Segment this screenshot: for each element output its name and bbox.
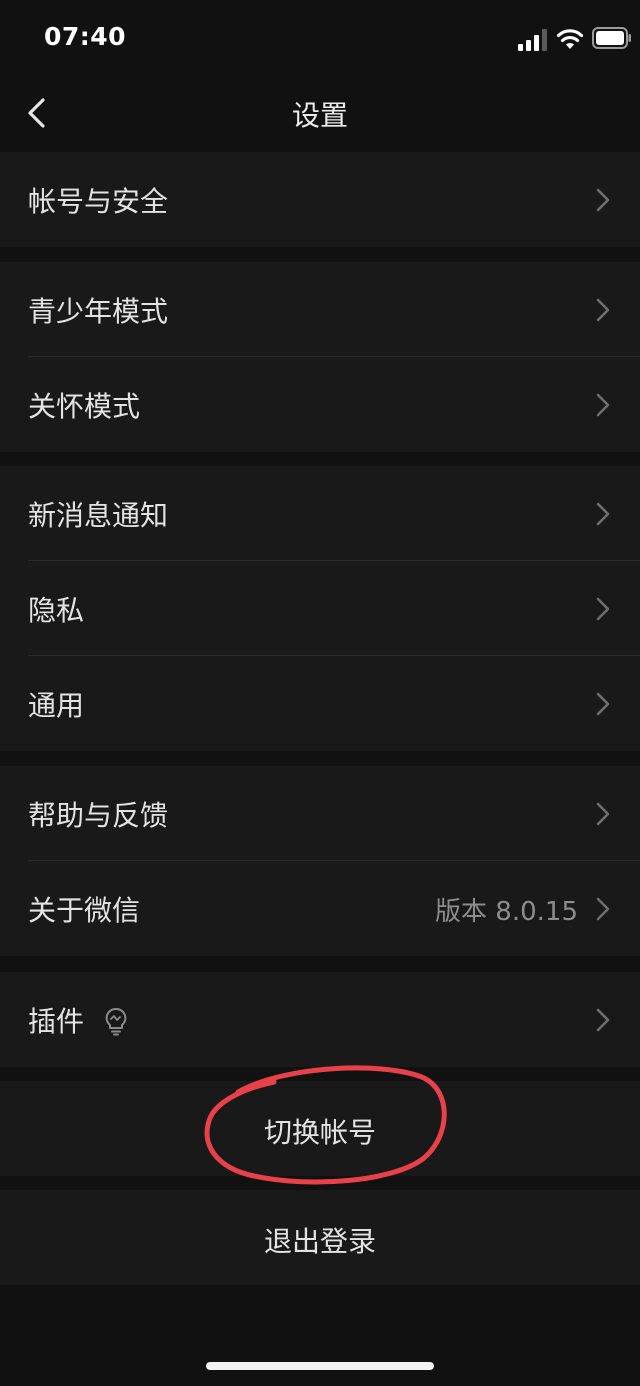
status-bar: 07:40 [0,0,640,80]
settings-item-help-feedback[interactable]: 帮助与反馈 [0,766,640,861]
cellular-signal-icon [518,29,547,51]
chevron-right-icon [596,393,610,417]
settings-item-label: 通用 [28,689,85,722]
chevron-right-icon [596,298,610,322]
settings-item-label: 新消息通知 [28,499,169,532]
settings-group-account: 帐号与安全 [0,152,640,247]
battery-icon [592,27,631,49]
status-time: 07:40 [44,22,127,51]
page-title: 设置 [291,99,348,132]
logout-group: 退出登录 [0,1190,640,1285]
nav-bar: 设置 [0,80,640,152]
chevron-right-icon [596,188,610,212]
chevron-right-icon [596,692,610,716]
settings-item-account-security[interactable]: 帐号与安全 [0,152,640,247]
settings-item-label: 帮助与反馈 [28,799,169,832]
settings-item-privacy[interactable]: 隐私 [0,561,640,656]
settings-group-help: 帮助与反馈 关于微信 版本 8.0.15 [0,766,640,956]
settings-item-general[interactable]: 通用 [0,656,640,751]
status-icons [518,27,631,53]
settings-group-modes: 青少年模式 关怀模式 [0,262,640,452]
settings-item-label: 关怀模式 [28,390,141,423]
settings-item-care-mode[interactable]: 关怀模式 [0,357,640,452]
switch-account-group: 切换帐号 [0,1081,640,1176]
settings-item-notifications[interactable]: 新消息通知 [0,466,640,561]
settings-item-label: 关于微信 [28,894,141,927]
settings-item-label: 帐号与安全 [28,185,169,218]
settings-item-label: 青少年模式 [28,295,169,328]
chevron-right-icon [596,897,610,921]
settings-item-label: 隐私 [28,594,85,627]
version-value: 版本 8.0.15 [435,897,578,927]
switch-account-button[interactable]: 切换帐号 [0,1081,640,1176]
settings-group-general: 新消息通知 隐私 通用 [0,466,640,751]
logout-label: 退出登录 [263,1225,376,1258]
settings-item-about-wechat[interactable]: 关于微信 版本 8.0.15 [0,861,640,956]
logout-button[interactable]: 退出登录 [0,1190,640,1285]
lightbulb-icon [105,1007,127,1036]
chevron-right-icon [596,1008,610,1032]
chevron-right-icon [596,502,610,526]
home-indicator[interactable] [206,1362,434,1370]
chevron-right-icon [596,802,610,826]
switch-account-label: 切换帐号 [263,1116,376,1149]
wifi-icon [556,29,584,49]
settings-item-plugins[interactable]: 插件 [0,972,640,1067]
settings-item-label: 插件 [28,1005,85,1038]
chevron-right-icon [596,597,610,621]
settings-item-youth-mode[interactable]: 青少年模式 [0,262,640,357]
settings-group-plugins: 插件 [0,972,640,1067]
